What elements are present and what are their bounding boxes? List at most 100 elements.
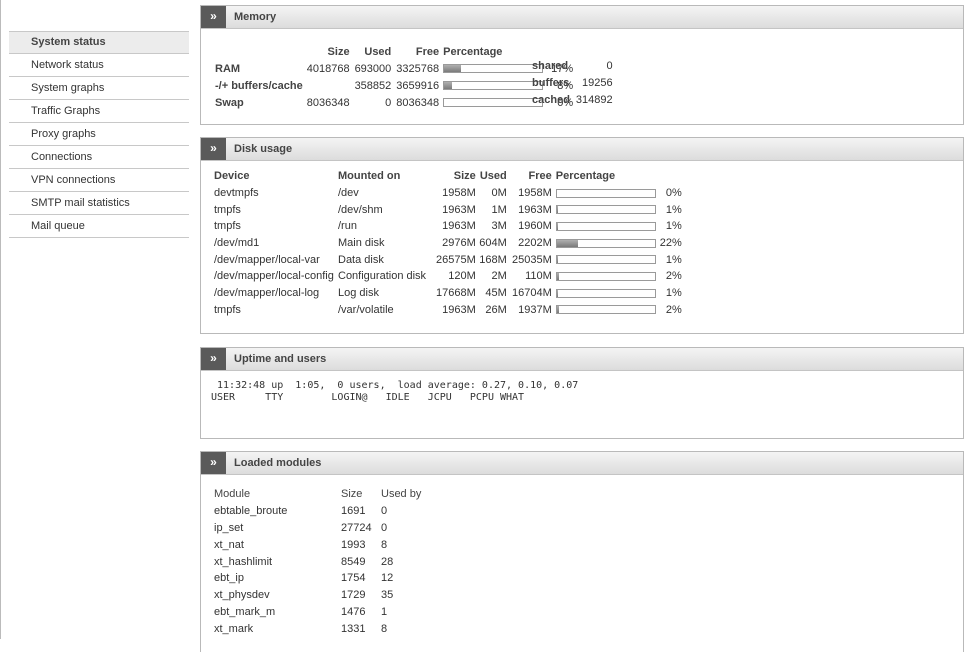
usage-bar xyxy=(443,81,544,91)
cell-module: ip_set xyxy=(214,521,244,534)
cell-value: 19256 xyxy=(582,76,613,89)
usage-bar xyxy=(555,205,656,215)
column-header: Size xyxy=(341,488,363,501)
cell-used: 26M xyxy=(485,303,507,316)
sidebar-item-system-status[interactable]: System status xyxy=(9,31,189,54)
cell-percentage: 2% xyxy=(665,303,682,316)
table-row: /dev/mapper/local-log Log disk 17668M 45M 16… xyxy=(214,285,682,302)
cell-used-by: 28 xyxy=(381,555,394,568)
sidebar-item-system-graphs[interactable]: System graphs xyxy=(9,77,189,100)
memory-panel: » Memory Size Used Free Percentage RAM 4… xyxy=(200,5,964,125)
cell-device: tmpfs xyxy=(214,203,241,216)
cell-used: 2M xyxy=(491,270,507,283)
table-row: cached 314892 xyxy=(532,91,613,108)
usage-bar xyxy=(555,305,656,315)
cell-free: 3325768 xyxy=(396,62,440,75)
cell-percentage: 1% xyxy=(665,287,682,300)
table-row: xt_nat 1993 8 xyxy=(214,536,421,553)
table-row: /dev/mapper/local-config Configuration di… xyxy=(214,268,682,285)
cell-used-by: 8 xyxy=(381,538,388,551)
table-row: tmpfs/dev/shm 1963M 1M 1963M 1% xyxy=(214,201,682,218)
sidebar-nav: System status Network status System grap… xyxy=(9,31,189,238)
sidebar-item-connections[interactable]: Connections xyxy=(9,146,189,169)
disk-usage-panel: » Disk usage Device Mounted on Size Used… xyxy=(200,137,964,334)
uptime-panel-header: » Uptime and users xyxy=(201,348,963,371)
cell-percentage: 22% xyxy=(659,237,682,250)
cell-size: 27724 xyxy=(341,521,372,534)
cell-free: 16704M xyxy=(512,287,552,300)
table-row: ebt_ip 1754 12 xyxy=(214,570,421,587)
cell-module: xt_hashlimit xyxy=(214,555,273,568)
cell-used-by: 1 xyxy=(381,605,388,618)
collapse-toggle-icon[interactable]: » xyxy=(201,452,226,474)
cell-used: 358852 xyxy=(354,79,392,92)
usage-bar xyxy=(555,188,656,198)
loaded-modules-panel-header: » Loaded modules xyxy=(201,452,963,475)
column-header: Size xyxy=(327,45,350,58)
row-label: cached xyxy=(532,93,570,106)
table-row: /dev/md1 Main disk 2976M 604M 2202M 22% xyxy=(214,235,682,252)
collapse-toggle-icon[interactable]: » xyxy=(201,138,226,160)
cell-free: 1960M xyxy=(518,220,552,233)
uptime-panel: » Uptime and users 11:32:48 up 1:05, 0 u… xyxy=(200,347,964,439)
cell-free: 8036348 xyxy=(396,96,440,109)
cell-size: 1963M xyxy=(442,203,476,216)
sidebar-item-traffic-graphs[interactable]: Traffic Graphs xyxy=(9,100,189,123)
cell-device: /dev/md1 xyxy=(214,237,260,250)
cell-mounted-on: /dev/shm xyxy=(338,203,383,216)
sidebar-item-smtp-mail-statistics[interactable]: SMTP mail statistics xyxy=(9,192,189,215)
cell-free: 110M xyxy=(525,270,552,283)
cell-size: 1963M xyxy=(442,303,476,316)
cell-size: 4018768 xyxy=(306,62,350,75)
cell-free: 3659916 xyxy=(396,79,440,92)
table-row: Swap 8036348 0 8036348 0% xyxy=(215,94,573,111)
cell-size: 1331 xyxy=(341,622,366,635)
row-label: shared xyxy=(532,59,569,72)
sidebar-item-proxy-graphs[interactable]: Proxy graphs xyxy=(9,123,189,146)
row-label: RAM xyxy=(215,62,241,75)
cell-used: 168M xyxy=(479,253,507,266)
cell-device: /dev/mapper/local-config xyxy=(214,270,334,283)
column-header: Used xyxy=(479,170,507,183)
table-row: -/+ buffers/cache 358852 3659916 8% xyxy=(215,77,573,94)
row-label: Swap xyxy=(215,96,244,109)
table-row: xt_physdev 1729 35 xyxy=(214,587,421,604)
table-row: RAM 4018768 693000 3325768 17% xyxy=(215,60,573,77)
cell-mounted-on: /var/volatile xyxy=(338,303,394,316)
cell-module: xt_mark xyxy=(214,622,254,635)
cell-device: /dev/mapper/local-var xyxy=(214,253,320,266)
usage-bar xyxy=(555,238,656,248)
page-left-border xyxy=(0,0,1,639)
cell-mounted-on: /run xyxy=(338,220,357,233)
cell-size: 1993 xyxy=(341,538,366,551)
table-row: buffers 19256 xyxy=(532,74,613,91)
usage-bar xyxy=(443,98,544,108)
cell-free: 1958M xyxy=(518,187,552,200)
cell-used-by: 0 xyxy=(381,505,388,518)
cell-mounted-on: Main disk xyxy=(338,237,385,250)
table-row: devtmpfs/dev 1958M 0M 1958M 0% xyxy=(214,185,682,202)
column-header: Free xyxy=(528,170,552,183)
cell-free: 1963M xyxy=(518,203,552,216)
cell-size: 1691 xyxy=(341,505,366,518)
sidebar-item-vpn-connections[interactable]: VPN connections xyxy=(9,169,189,192)
table-row: tmpfs/run 1963M 3M 1960M 1% xyxy=(214,218,682,235)
collapse-toggle-icon[interactable]: » xyxy=(201,6,226,28)
table-row: tmpfs/var/volatile 1963M 26M 1937M 2% xyxy=(214,302,682,319)
cell-module: ebtable_broute xyxy=(214,505,288,518)
cell-value: 0 xyxy=(606,59,613,72)
sidebar-item-mail-queue[interactable]: Mail queue xyxy=(9,215,189,238)
cell-module: xt_physdev xyxy=(214,589,270,602)
collapse-toggle-icon[interactable]: » xyxy=(201,348,226,370)
table-row: ip_set 27724 0 xyxy=(214,520,421,537)
cell-size: 8036348 xyxy=(306,96,350,109)
cell-used: 604M xyxy=(479,237,507,250)
cell-free: 25035M xyxy=(512,253,552,266)
cell-free: 2202M xyxy=(518,237,552,250)
column-header: Used by xyxy=(381,488,422,501)
cell-used-by: 0 xyxy=(381,521,388,534)
cell-device: tmpfs xyxy=(214,220,241,233)
cell-device: devtmpfs xyxy=(214,187,259,200)
sidebar-item-network-status[interactable]: Network status xyxy=(9,54,189,77)
cell-size: 1476 xyxy=(341,605,366,618)
